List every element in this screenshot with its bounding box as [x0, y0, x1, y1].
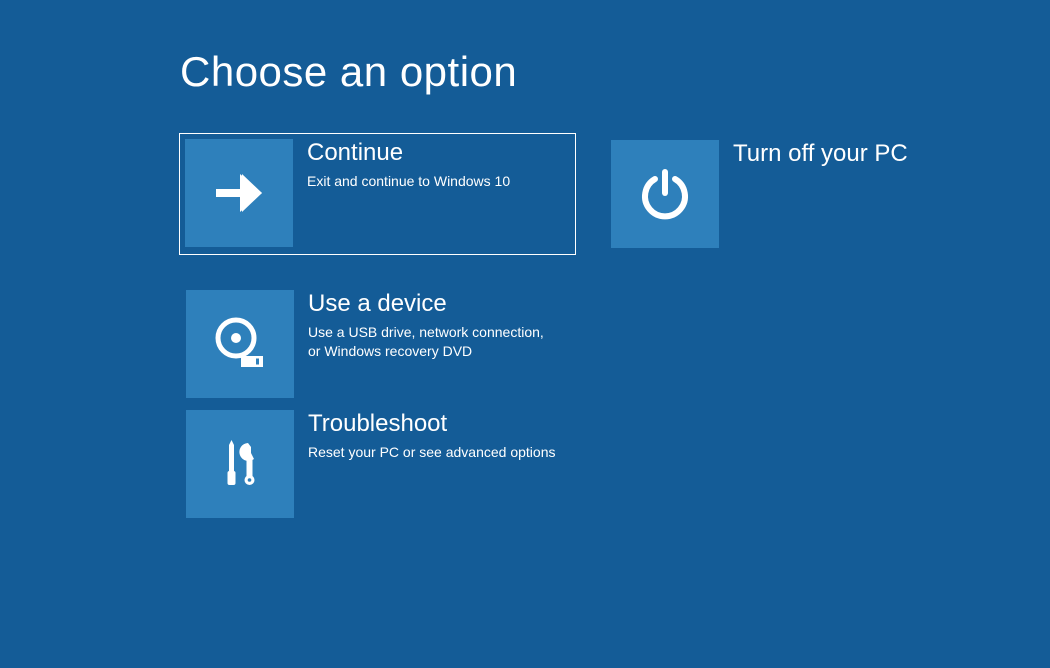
continue-option[interactable]: Continue Exit and continue to Windows 10	[180, 134, 575, 254]
continue-description: Exit and continue to Windows 10	[307, 172, 510, 192]
page-title: Choose an option	[180, 48, 1050, 96]
usedevice-title: Use a device	[308, 290, 558, 319]
usedevice-option[interactable]: Use a device Use a USB drive, network co…	[180, 284, 575, 404]
troubleshoot-title: Troubleshoot	[308, 410, 555, 439]
main-container: Choose an option Continue Exit and conti…	[0, 0, 1050, 524]
tools-icon	[186, 410, 294, 518]
power-icon	[611, 140, 719, 248]
disc-usb-icon	[186, 290, 294, 398]
turnoff-option[interactable]: Turn off your PC	[605, 134, 1000, 254]
arrow-right-icon	[185, 139, 293, 247]
troubleshoot-description: Reset your PC or see advanced options	[308, 443, 555, 463]
continue-title: Continue	[307, 139, 510, 168]
troubleshoot-option[interactable]: Troubleshoot Reset your PC or see advanc…	[180, 404, 575, 524]
usedevice-description: Use a USB drive, network connection, or …	[308, 323, 558, 362]
turnoff-title: Turn off your PC	[733, 140, 908, 169]
options-grid: Continue Exit and continue to Windows 10…	[180, 134, 1010, 524]
